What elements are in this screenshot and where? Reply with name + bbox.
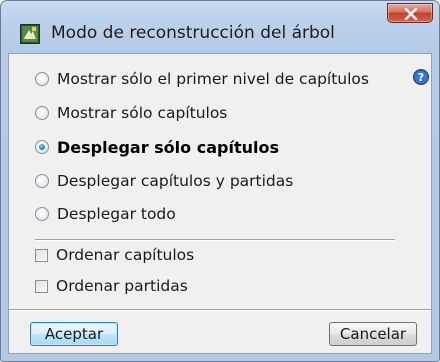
title-bar[interactable]: Modo de reconstrucción del árbol <box>1 1 439 51</box>
option-expand-chapters-items[interactable]: Desplegar capítulos y partidas <box>35 171 293 191</box>
option-label: Mostrar sólo capítulos <box>57 104 228 122</box>
help-icon[interactable]: ? <box>413 69 429 85</box>
option-label: Desplegar todo <box>57 205 176 223</box>
checkbox[interactable] <box>35 279 48 293</box>
svg-text:?: ? <box>418 71 424 84</box>
close-icon <box>404 8 418 20</box>
close-button[interactable] <box>387 3 433 23</box>
button-separator <box>9 309 431 311</box>
checkbox-sort-items[interactable]: Ordenar partidas <box>35 276 188 296</box>
radio-button[interactable] <box>35 174 49 188</box>
checkbox[interactable] <box>35 248 48 262</box>
separator <box>35 239 395 241</box>
checkbox-label: Ordenar partidas <box>56 277 188 295</box>
radio-button[interactable] <box>35 207 49 221</box>
cancel-button[interactable]: Cancelar <box>329 322 417 346</box>
option-chapters-only[interactable]: Mostrar sólo capítulos <box>35 103 227 123</box>
radio-button[interactable] <box>35 72 49 86</box>
option-label: Desplegar capítulos y partidas <box>57 172 294 190</box>
dialog-body: ? Mostrar sólo el primer nivel de capítu… <box>8 53 432 354</box>
dialog-title: Modo de reconstrucción del árbol <box>51 23 335 43</box>
option-first-level[interactable]: Mostrar sólo el primer nivel de capítulo… <box>35 69 369 89</box>
option-label: Mostrar sólo el primer nivel de capítulo… <box>57 70 369 88</box>
radio-button[interactable] <box>35 106 49 120</box>
tree-dialog-icon <box>20 24 40 44</box>
accept-button[interactable]: Aceptar <box>30 322 118 346</box>
option-expand-all[interactable]: Desplegar todo <box>35 204 176 224</box>
checkbox-label: Ordenar capítulos <box>56 246 195 264</box>
dialog-window: Modo de reconstrucción del árbol ? Mostr… <box>0 0 440 362</box>
checkbox-sort-chapters[interactable]: Ordenar capítulos <box>35 245 194 265</box>
option-expand-chapters[interactable]: Desplegar sólo capítulos <box>35 137 279 157</box>
option-label: Desplegar sólo capítulos <box>57 137 279 157</box>
radio-button-selected[interactable] <box>35 140 49 154</box>
